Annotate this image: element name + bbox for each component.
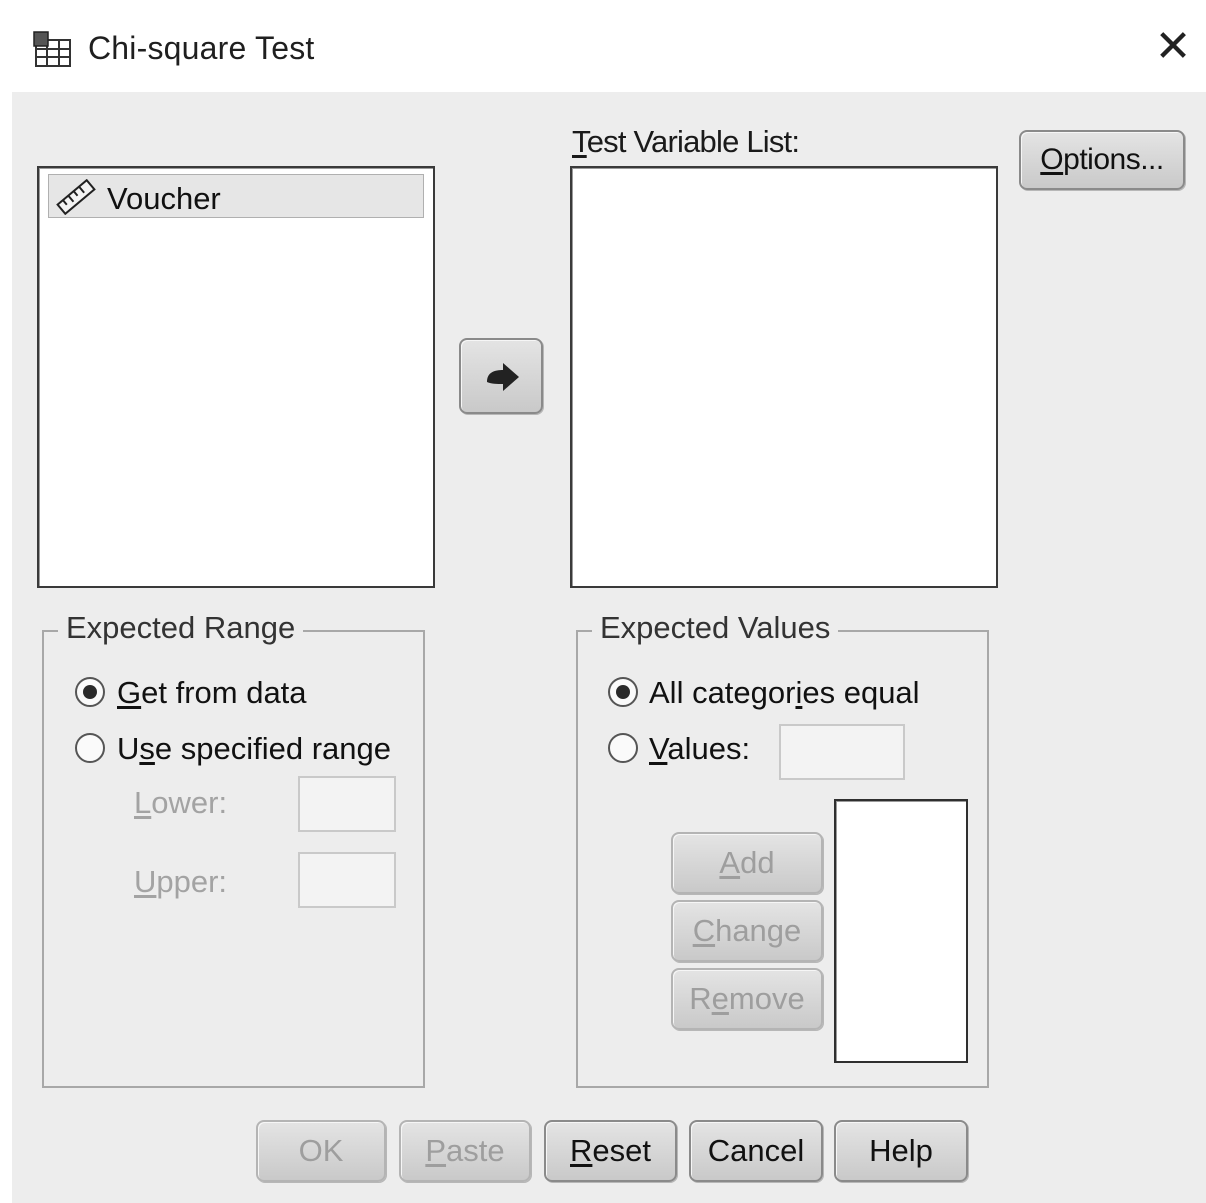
paste-button[interactable]: Paste: [399, 1120, 531, 1182]
reset-button[interactable]: Reset: [544, 1120, 677, 1182]
upper-label: Upper:: [134, 864, 228, 899]
mnemonic: T: [572, 124, 587, 159]
expected-values-list[interactable]: [834, 799, 968, 1063]
values-radio[interactable]: [608, 733, 638, 763]
cancel-button[interactable]: Cancel: [689, 1120, 823, 1182]
move-variable-button[interactable]: [459, 338, 543, 414]
ok-button[interactable]: OK: [256, 1120, 386, 1182]
group-title: Expected Values: [592, 610, 839, 646]
test-variable-list-label: Test Variable List:: [572, 124, 800, 160]
change-button[interactable]: Change: [671, 900, 823, 962]
variable-label: Voucher: [107, 181, 221, 216]
add-button[interactable]: Add: [671, 832, 823, 894]
list-item[interactable]: Voucher: [48, 174, 424, 218]
use-specified-range-label[interactable]: Use specified range: [117, 731, 391, 767]
values-label[interactable]: Values:: [649, 731, 750, 767]
scale-variable-icon: [55, 178, 97, 216]
options-button[interactable]: Options...: [1019, 130, 1185, 190]
close-icon[interactable]: ✕: [1148, 22, 1198, 72]
app-icon: [32, 30, 76, 70]
label-rest: est Variable List:: [586, 124, 800, 159]
use-specified-range-radio[interactable]: [75, 733, 105, 763]
window-title: Chi-square Test: [88, 30, 315, 66]
help-button[interactable]: Help: [834, 1120, 968, 1182]
group-title: Expected Range: [58, 610, 304, 646]
values-input[interactable]: [779, 724, 905, 780]
lower-input[interactable]: [298, 776, 396, 832]
remove-button[interactable]: Remove: [671, 968, 823, 1030]
test-variable-list[interactable]: [570, 166, 998, 588]
source-variable-list[interactable]: Voucher: [37, 166, 435, 588]
upper-input[interactable]: [298, 852, 396, 908]
get-from-data-radio[interactable]: [75, 677, 105, 707]
get-from-data-label[interactable]: Get from data: [117, 675, 307, 711]
all-categories-equal-label[interactable]: All categories equal: [649, 675, 920, 711]
arrow-right-icon: [487, 363, 519, 391]
all-categories-equal-radio[interactable]: [608, 677, 638, 707]
lower-label: Lower:: [134, 785, 228, 820]
